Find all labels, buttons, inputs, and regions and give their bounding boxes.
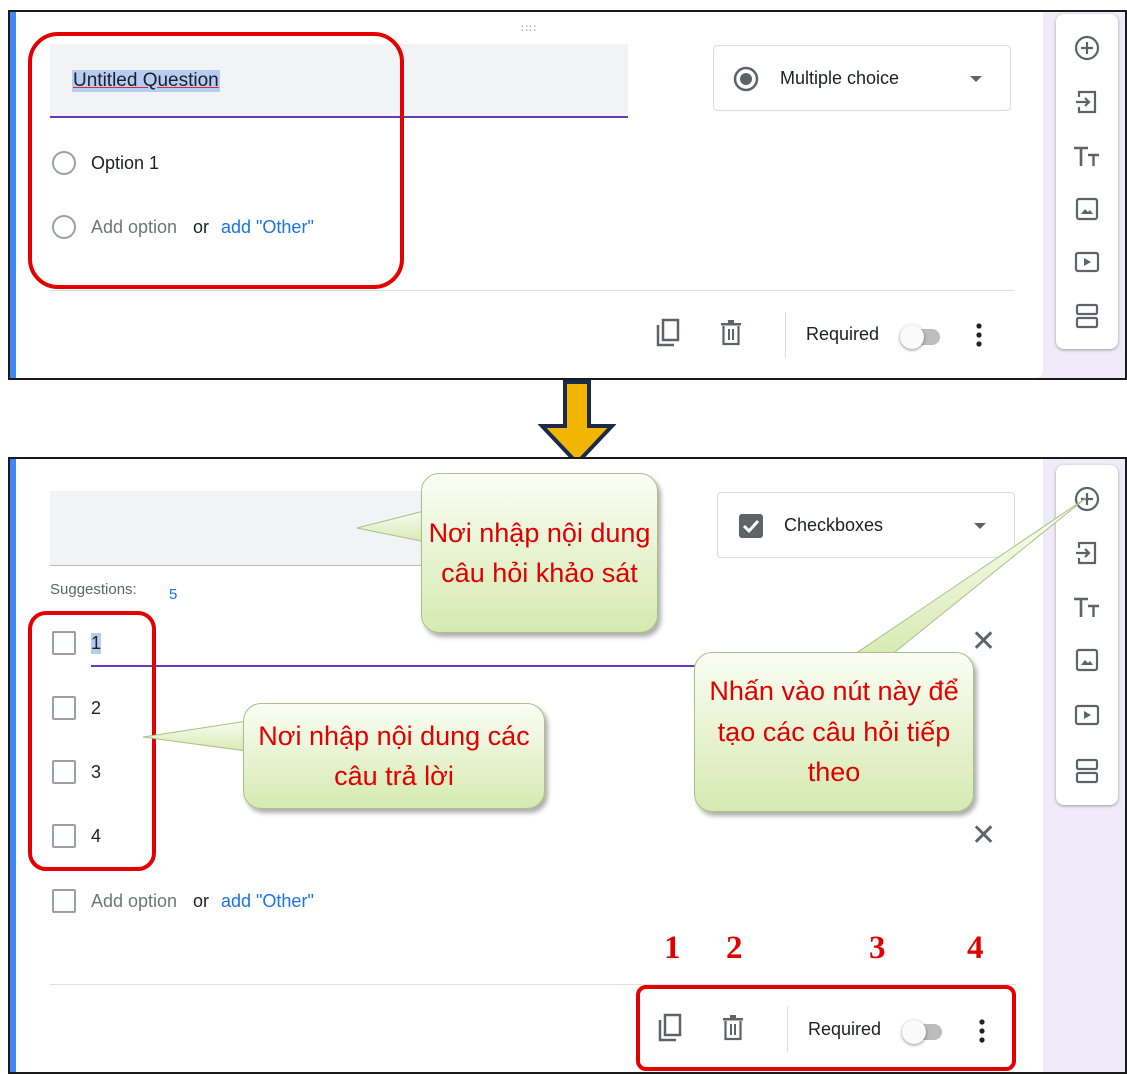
callout-answer-text: Nơi nhập nội dung các câu trả lời: [258, 720, 530, 792]
callout-answer-area: Nơi nhập nội dung các câu trả lời: [243, 703, 545, 809]
callout-question-area: Nơi nhập nội dung câu hỏi khảo sát: [421, 473, 658, 633]
callout-pointer-answers: [142, 719, 255, 753]
callout-question-text: Nơi nhập nội dung câu hỏi khảo sát: [428, 517, 651, 589]
callout-add-text: Nhấn vào nút này để tạo các câu hỏi tiếp…: [709, 676, 959, 788]
callout-pointer-add: [838, 497, 1087, 665]
callout-add-button: Nhấn vào nút này để tạo các câu hỏi tiếp…: [694, 652, 974, 812]
